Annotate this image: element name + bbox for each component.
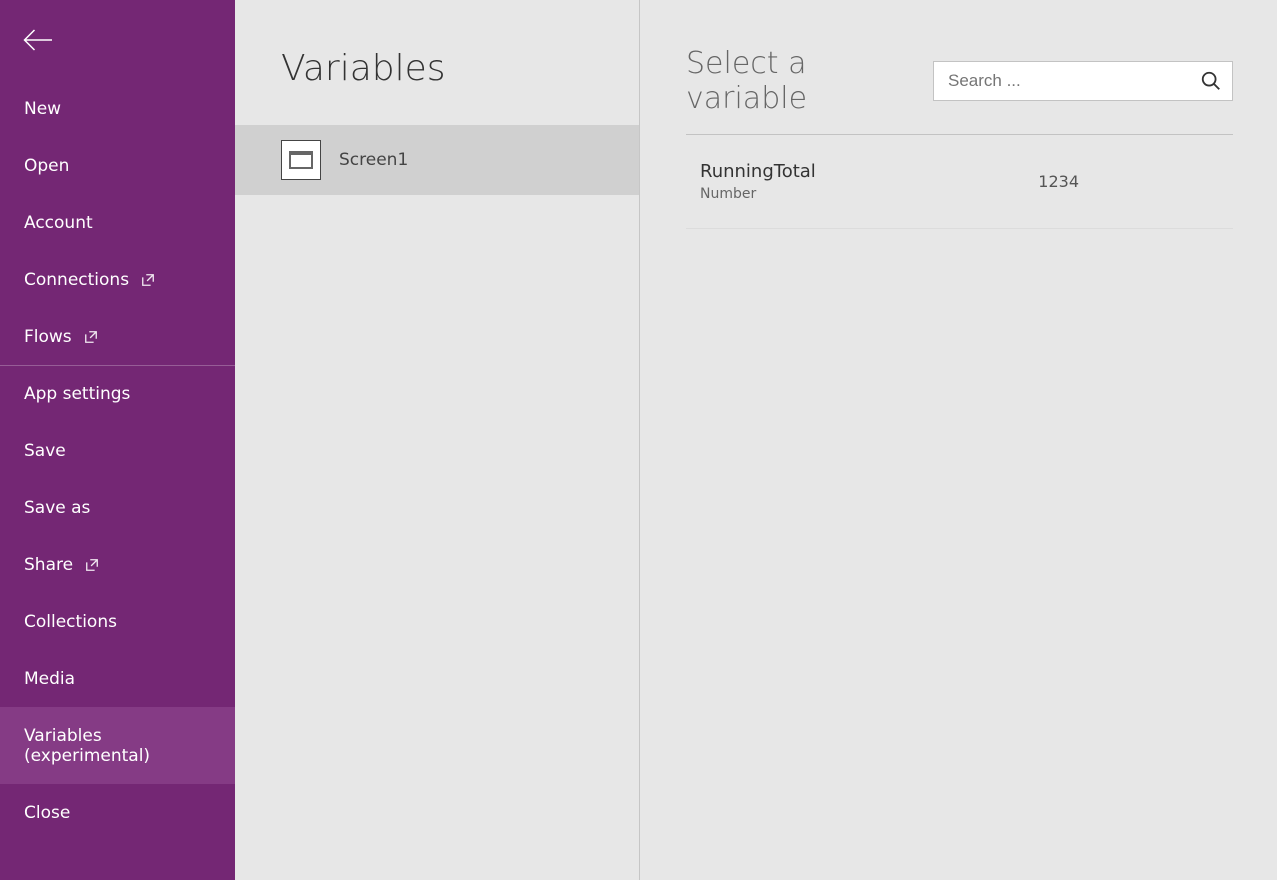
nav-item-flows[interactable]: Flows — [0, 308, 235, 365]
screens-panel: Variables Screen1 — [235, 0, 640, 880]
back-arrow-icon — [22, 25, 52, 55]
variable-row[interactable]: RunningTotal Number 1234 — [686, 135, 1233, 229]
search-input[interactable] — [948, 71, 1200, 91]
screen-label: Screen1 — [339, 150, 408, 170]
nav-label: App settings — [24, 384, 130, 404]
nav-label: Flows — [24, 327, 72, 347]
screen-item[interactable]: Screen1 — [235, 125, 639, 195]
nav-item-new[interactable]: New — [0, 80, 235, 137]
nav-item-media[interactable]: Media — [0, 650, 235, 707]
nav-label: Variables (experimental) — [24, 726, 211, 766]
external-link-icon — [84, 330, 98, 344]
nav-item-variables[interactable]: Variables (experimental) — [0, 707, 235, 784]
variable-detail-panel: Select a variable RunningTotal Number 12… — [640, 0, 1277, 880]
search-icon — [1200, 70, 1222, 92]
external-link-icon — [141, 273, 155, 287]
nav-item-account[interactable]: Account — [0, 194, 235, 251]
nav-label: Account — [24, 213, 93, 233]
detail-heading: Select a variable — [686, 46, 913, 116]
nav-item-share[interactable]: Share — [0, 536, 235, 593]
variable-value: 1234 — [1038, 172, 1219, 191]
nav-list: New Open Account Connections Flows App s… — [0, 80, 235, 841]
nav-label: Close — [24, 803, 70, 823]
nav-label: Open — [24, 156, 69, 176]
search-box[interactable] — [933, 61, 1233, 101]
nav-label: Connections — [24, 270, 129, 290]
variable-type: Number — [700, 186, 816, 202]
nav-item-save[interactable]: Save — [0, 422, 235, 479]
nav-label: Save — [24, 441, 66, 461]
screen-icon — [281, 140, 321, 180]
back-button[interactable] — [0, 0, 235, 80]
nav-label: Collections — [24, 612, 117, 632]
nav-item-app-settings[interactable]: App settings — [0, 365, 235, 422]
nav-item-open[interactable]: Open — [0, 137, 235, 194]
nav-label: Media — [24, 669, 75, 689]
nav-item-close[interactable]: Close — [0, 784, 235, 841]
nav-label: New — [24, 99, 61, 119]
nav-item-save-as[interactable]: Save as — [0, 479, 235, 536]
nav-label: Share — [24, 555, 73, 575]
variable-name: RunningTotal — [700, 161, 816, 182]
nav-item-collections[interactable]: Collections — [0, 593, 235, 650]
page-title: Variables — [235, 0, 639, 125]
nav-label: Save as — [24, 498, 90, 518]
external-link-icon — [85, 558, 99, 572]
nav-item-connections[interactable]: Connections — [0, 251, 235, 308]
sidebar: New Open Account Connections Flows App s… — [0, 0, 235, 880]
